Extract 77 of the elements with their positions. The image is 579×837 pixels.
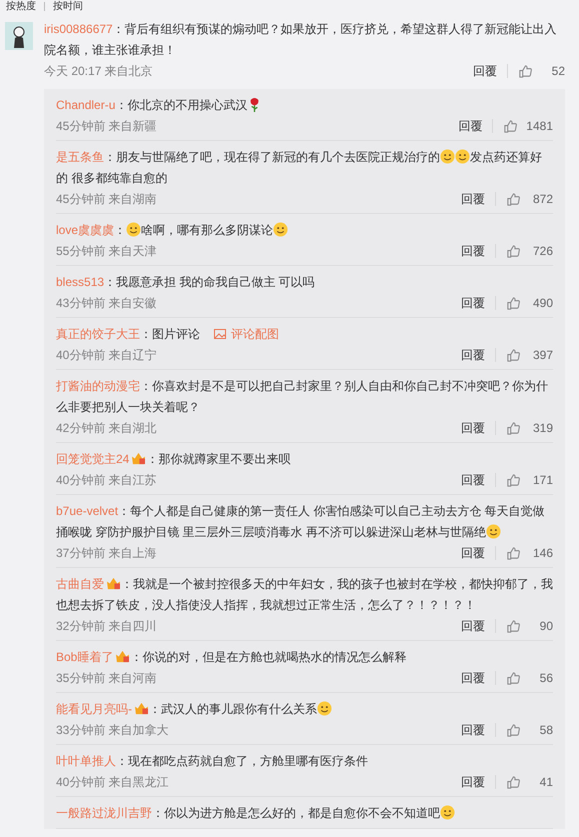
like-icon[interactable] <box>506 348 521 362</box>
like-count: 58 <box>538 723 553 737</box>
reply-time: 40分钟前 来自黑龙江 <box>56 774 170 790</box>
reply-time: 40分钟前 来自江苏 <box>56 472 158 488</box>
emoji-icon <box>486 524 502 539</box>
avatar[interactable] <box>5 22 33 50</box>
like-icon[interactable] <box>506 774 521 790</box>
reply-text: 真正的饺子大王：图片评论 评论配图 <box>56 326 280 343</box>
reply-text: 一般路过泷川吉野：你以为进方舱是怎么好的，都是自愈你不会不知道吧 <box>56 803 553 824</box>
like-count: 726 <box>532 244 553 258</box>
reply-text: b7ue-velvet：每个人都是自己健康的第一责任人 你害怕感染可以自己主动去方仓 每天自觉做捅喉咙 穿防护服护目镜 里三层外三层喷消毒水 再不济可以躲进深山老林与世隔绝 <box>56 503 546 541</box>
comment-text: iris00886677：背后有组织有预谋的煽动吧？如果放开，医疗挤兑，希望这群人得了新冠能让出入院名额，谁主张谁承担！ <box>44 21 558 59</box>
reply-text: Bob睡着了 ：你说的对，但是在方舱也就喝热水的情况怎么解释 <box>56 649 408 666</box>
reply-text: Chandler-u：你北京的不用操心武汉 <box>56 95 553 116</box>
reply-link[interactable]: 回覆 <box>461 346 485 364</box>
reply-time: 32分钟前 来自四川 <box>56 618 158 634</box>
like-count: 146 <box>532 546 553 560</box>
reply-link[interactable]: 回覆 <box>461 190 485 208</box>
reply-time: 42分钟前 来自湖北 <box>56 420 158 436</box>
reply-text: 打酱油的动漫宅：你喜欢封是不是可以把自己封家里？别人自由和你自己封不冲突吧？你为什么非要把别人一块关着呢？ <box>56 378 549 416</box>
reply-link[interactable]: 回覆 <box>461 618 485 634</box>
like-icon[interactable] <box>506 618 521 634</box>
reply-time: 33分钟前 来自加拿大 <box>56 722 170 738</box>
emoji-icon <box>455 149 470 164</box>
emoji-icon <box>440 149 455 164</box>
image-icon <box>214 329 226 339</box>
reply-text: 古曲自爱 ：我就是一个被封控很多天的中年妇女，我的孩子也被封在学校，都快抑郁了，我也想去拆了铁皮，没人指使没人指挥，我就想过正常生活，怎么了？！？！？！ <box>56 576 553 614</box>
like-count: 41 <box>538 775 553 789</box>
like-count: 872 <box>532 192 553 206</box>
reply-link[interactable]: 回覆 <box>461 544 485 562</box>
like-icon[interactable] <box>506 244 521 258</box>
like-icon[interactable] <box>503 118 518 134</box>
reply-link[interactable]: 回覆 <box>461 420 485 436</box>
comment-time: 今天 20:17 来自北京 <box>44 62 154 80</box>
emoji-icon <box>440 805 455 820</box>
like-icon[interactable] <box>506 296 521 310</box>
reply-link[interactable]: 回覆 <box>461 670 485 686</box>
reply-link[interactable]: 回覆 <box>461 774 485 790</box>
reply-text: love虞虞虞： 啥啊，哪有那么多阴谋论 <box>56 220 553 241</box>
like-count: 319 <box>532 421 553 435</box>
reply-time: 35分钟前 来自河南 <box>56 670 158 686</box>
reply-text: 能看见月亮吗- ：武汉人的事儿跟你有什么关系 <box>56 699 553 720</box>
like-icon[interactable] <box>506 670 521 686</box>
reply-time: 55分钟前 来自天津 <box>56 242 158 260</box>
reply-time: 37分钟前 来自上海 <box>56 544 158 562</box>
like-icon[interactable] <box>518 64 533 78</box>
reply-link[interactable]: 回覆 <box>458 118 482 134</box>
like-count: 56 <box>538 671 553 685</box>
sort-tab[interactable]: 按热度 <box>6 0 36 12</box>
like-count: 171 <box>532 473 553 487</box>
like-count: 90 <box>538 619 553 633</box>
sort-tab[interactable]: 按时间 <box>53 0 83 12</box>
reply-link[interactable]: 回覆 <box>473 62 497 80</box>
like-count: 490 <box>532 296 553 310</box>
emoji-icon <box>317 701 332 716</box>
reply-text: 是五条鱼：朋友与世隔绝了吧，现在得了新冠的有几个去医院正规治疗的 发点药还算好的 很多都纯靠自愈的 <box>56 148 543 187</box>
like-icon[interactable] <box>506 420 521 436</box>
like-icon[interactable] <box>506 472 521 488</box>
like-count: 397 <box>532 348 553 362</box>
reply-link[interactable]: 回覆 <box>461 472 485 488</box>
reply-time: 45分钟前 来自湖南 <box>56 190 158 208</box>
reply-time: 43分钟前 来自安徽 <box>56 294 158 312</box>
reply-time: 40分钟前 来自辽宁 <box>56 346 158 364</box>
reply-text: 叶叶单推人：现在都吃点药就自愈了，方舱里哪有医疗条件 <box>56 753 369 770</box>
like-icon[interactable] <box>506 546 521 560</box>
reply-link[interactable]: 回覆 <box>461 722 485 738</box>
like-icon[interactable] <box>506 722 521 738</box>
like-count: 1481 <box>526 119 553 133</box>
emoji-icon <box>126 222 142 237</box>
like-count: 52 <box>550 64 565 78</box>
reply-link[interactable]: 回覆 <box>461 294 485 312</box>
emoji-icon <box>273 222 288 237</box>
reply-text: 回笼觉觉主24 ：那你就蹲家里不要出来呗 <box>56 451 292 468</box>
reply-text: bless513：我愿意承担 我的命我自己做主 可以吗 <box>56 274 316 291</box>
like-icon[interactable] <box>506 192 521 206</box>
reply-link[interactable]: 回覆 <box>461 242 485 260</box>
reply-time: 45分钟前 来自新疆 <box>56 118 158 134</box>
